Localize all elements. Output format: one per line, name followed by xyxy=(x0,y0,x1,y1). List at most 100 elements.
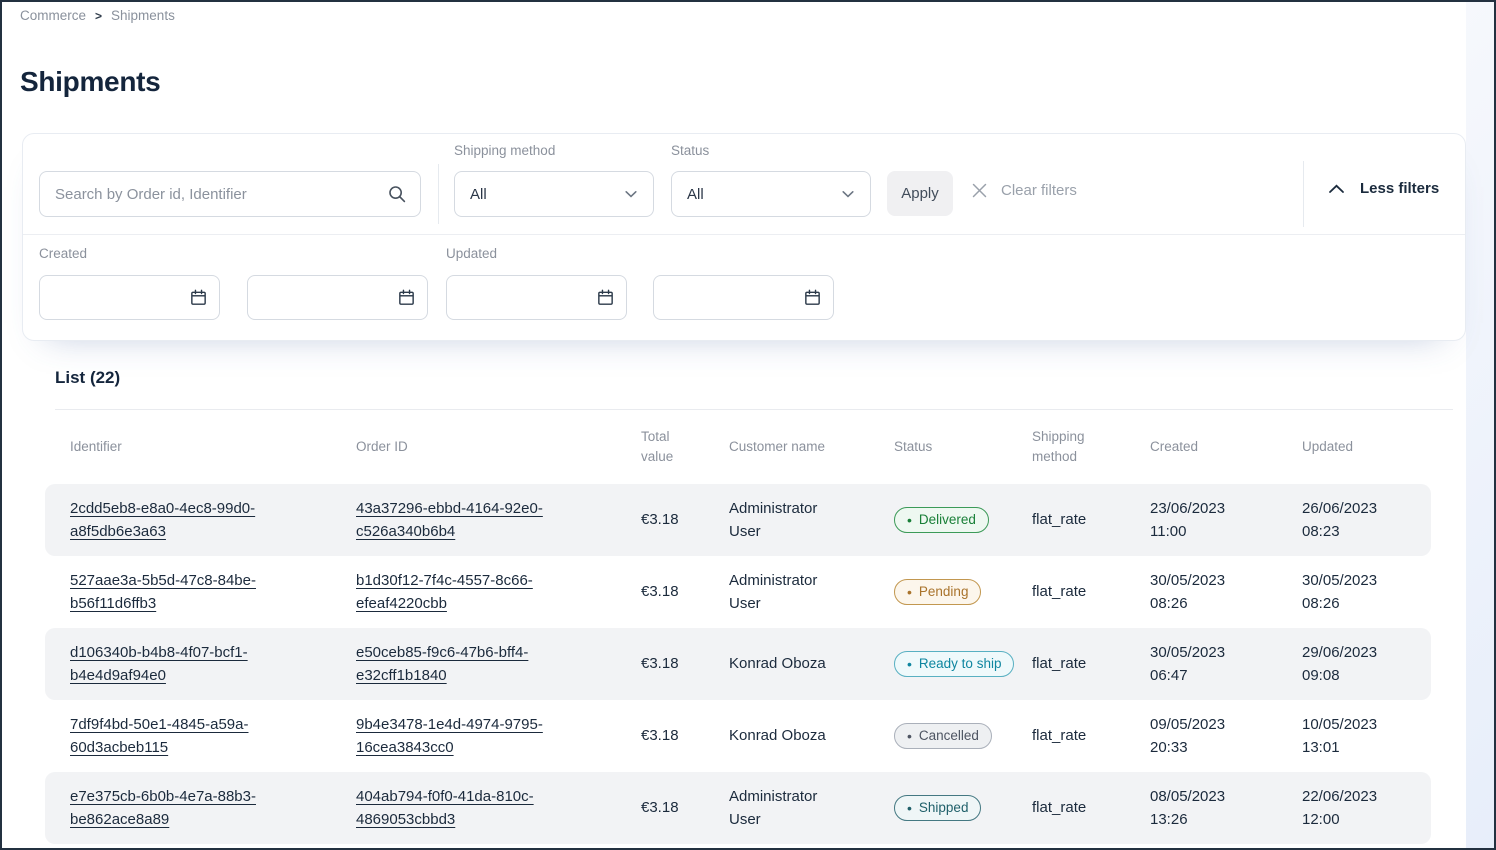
table-row: 7df9f4bd-50e1-4845-a59a-60d3acbeb115 9b4e… xyxy=(45,700,1431,772)
customer-name: Konrad Oboza xyxy=(729,724,826,747)
status-select[interactable]: All xyxy=(671,171,871,217)
calendar-icon[interactable] xyxy=(596,288,615,307)
status-badge: • Shipped xyxy=(894,795,981,821)
order-id-link[interactable]: b1d30f12-7f4c-4557-8c66-efeaf4220cbb xyxy=(356,569,571,616)
status-dot: • xyxy=(907,801,912,815)
less-filters-label: Less filters xyxy=(1360,180,1439,197)
status-cell: • Shipped xyxy=(894,795,1032,821)
shipments-list-section: List (22) IdentifierOrder IDTotal valueC… xyxy=(22,356,1466,844)
shipping-method-value: All xyxy=(470,186,487,203)
updated-cell: 29/06/2023 09:08 xyxy=(1302,641,1406,688)
status-label: Shipped xyxy=(919,798,969,819)
status-dot: • xyxy=(907,513,912,527)
status-label: Ready to ship xyxy=(919,654,1002,675)
calendar-icon[interactable] xyxy=(803,288,822,307)
column-header-customer-name: Customer name xyxy=(729,437,894,457)
created-cell: 30/05/2023 06:47 xyxy=(1150,641,1302,688)
updated-filter-label: Updated xyxy=(446,246,497,261)
table-row: d106340b-b4b8-4f07-bcf1-b4e4d9af94e0 e50c… xyxy=(45,628,1431,700)
identifier-cell: 527aae3a-5b5d-47c8-84be-b56f11d6ffb3 xyxy=(70,569,356,616)
total-value-cell: €3.18 xyxy=(641,508,729,531)
updated-from-field xyxy=(446,275,627,320)
order-id-link[interactable]: 404ab794-f0f0-41da-810c-4869053cbbd3 xyxy=(356,785,571,832)
filter-divider-horizontal xyxy=(23,234,1465,235)
identifier-cell: d106340b-b4b8-4f07-bcf1-b4e4d9af94e0 xyxy=(70,641,356,688)
status-dot: • xyxy=(907,657,912,671)
customer-name-cell: Administrator User xyxy=(729,569,894,616)
shipping-method-label: Shipping method xyxy=(454,143,555,158)
less-filters-toggle[interactable]: Less filters xyxy=(1328,180,1439,197)
order-id-cell: e50ceb85-f9c6-47b6-bff4-e32cff1b1840 xyxy=(356,641,641,688)
shipping-method-cell: flat_rate xyxy=(1032,796,1150,819)
order-id-link[interactable]: e50ceb85-f9c6-47b6-bff4-e32cff1b1840 xyxy=(356,641,571,688)
total-value-cell: €3.18 xyxy=(641,580,729,603)
search-icon xyxy=(387,184,407,204)
updated-timestamp: 10/05/2023 13:01 xyxy=(1302,713,1394,760)
identifier-link[interactable]: 7df9f4bd-50e1-4845-a59a-60d3acbeb115 xyxy=(70,713,300,760)
identifier-link[interactable]: e7e375cb-6b0b-4e7a-88b3-be862ace8a89 xyxy=(70,785,300,832)
total-value-cell: €3.18 xyxy=(641,652,729,675)
calendar-icon[interactable] xyxy=(189,288,208,307)
order-id-link[interactable]: 43a37296-ebbd-4164-92e0-c526a340b6b4 xyxy=(356,497,571,544)
table-body: 2cdd5eb8-e8a0-4ec8-99d0-a8f5db6e3a63 43a3… xyxy=(45,484,1431,844)
shipping-method-cell: flat_rate xyxy=(1032,724,1150,747)
identifier-cell: 7df9f4bd-50e1-4845-a59a-60d3acbeb115 xyxy=(70,713,356,760)
customer-name: Administrator User xyxy=(729,497,851,544)
status-dot: • xyxy=(907,585,912,599)
column-header-updated: Updated xyxy=(1302,437,1406,457)
updated-cell: 26/06/2023 08:23 xyxy=(1302,497,1406,544)
status-filter-value: All xyxy=(687,186,704,203)
created-to-field xyxy=(247,275,428,320)
shipping-method-select[interactable]: All xyxy=(454,171,654,217)
status-dot: • xyxy=(907,729,912,743)
clear-filters-button[interactable]: Clear filters xyxy=(971,182,1077,199)
search-input[interactable] xyxy=(39,171,421,217)
status-label: Delivered xyxy=(919,510,976,531)
identifier-link[interactable]: 527aae3a-5b5d-47c8-84be-b56f11d6ffb3 xyxy=(70,569,300,616)
order-id-cell: 9b4e3478-1e4d-4974-9795-16cea3843cc0 xyxy=(356,713,641,760)
customer-name: Administrator User xyxy=(729,785,851,832)
created-timestamp: 30/05/2023 06:47 xyxy=(1150,641,1242,688)
customer-name-cell: Administrator User xyxy=(729,497,894,544)
filter-divider-vertical-1 xyxy=(438,164,439,224)
search-field-wrap xyxy=(39,171,421,217)
breadcrumb-shipments[interactable]: Shipments xyxy=(111,8,175,23)
created-from-field xyxy=(39,275,220,320)
total-value-cell: €3.18 xyxy=(641,724,729,747)
created-cell: 23/06/2023 11:00 xyxy=(1150,497,1302,544)
page-title: Shipments xyxy=(20,66,160,98)
status-cell: • Ready to ship xyxy=(894,651,1032,677)
status-badge: • Delivered xyxy=(894,507,989,533)
order-id-cell: 404ab794-f0f0-41da-810c-4869053cbbd3 xyxy=(356,785,641,832)
status-badge: •Cancelled xyxy=(894,723,992,749)
order-id-link[interactable]: 9b4e3478-1e4d-4974-9795-16cea3843cc0 xyxy=(356,713,571,760)
column-header-order-id: Order ID xyxy=(356,437,641,457)
identifier-link[interactable]: 2cdd5eb8-e8a0-4ec8-99d0-a8f5db6e3a63 xyxy=(70,497,300,544)
app-window: Commerce > Shipments Shipments Shipping … xyxy=(0,0,1496,850)
table-row: 2cdd5eb8-e8a0-4ec8-99d0-a8f5db6e3a63 43a3… xyxy=(45,484,1431,556)
order-id-cell: 43a37296-ebbd-4164-92e0-c526a340b6b4 xyxy=(356,497,641,544)
identifier-cell: e7e375cb-6b0b-4e7a-88b3-be862ace8a89 xyxy=(70,785,356,832)
list-title: List (22) xyxy=(22,356,1466,388)
status-cell: • Delivered xyxy=(894,507,1032,533)
created-cell: 30/05/2023 08:26 xyxy=(1150,569,1302,616)
breadcrumb-commerce[interactable]: Commerce xyxy=(20,8,86,23)
customer-name-cell: Konrad Oboza xyxy=(729,652,894,675)
created-filter-label: Created xyxy=(39,246,87,261)
customer-name: Administrator User xyxy=(729,569,851,616)
identifier-cell: 2cdd5eb8-e8a0-4ec8-99d0-a8f5db6e3a63 xyxy=(70,497,356,544)
customer-name-cell: Konrad Oboza xyxy=(729,724,894,747)
created-timestamp: 09/05/2023 20:33 xyxy=(1150,713,1242,760)
shipping-method-cell: flat_rate xyxy=(1032,652,1150,675)
status-badge: • Ready to ship xyxy=(894,651,1014,677)
identifier-link[interactable]: d106340b-b4b8-4f07-bcf1-b4e4d9af94e0 xyxy=(70,641,300,688)
filter-divider-vertical-2 xyxy=(1303,161,1304,227)
calendar-icon[interactable] xyxy=(397,288,416,307)
updated-to-field xyxy=(653,275,834,320)
clear-filters-label: Clear filters xyxy=(1001,182,1077,199)
status-badge: •Pending xyxy=(894,579,981,605)
column-header-created: Created xyxy=(1150,437,1302,457)
apply-button[interactable]: Apply xyxy=(887,171,953,216)
column-header-identifier: Identifier xyxy=(70,437,356,457)
status-cell: •Pending xyxy=(894,579,1032,605)
